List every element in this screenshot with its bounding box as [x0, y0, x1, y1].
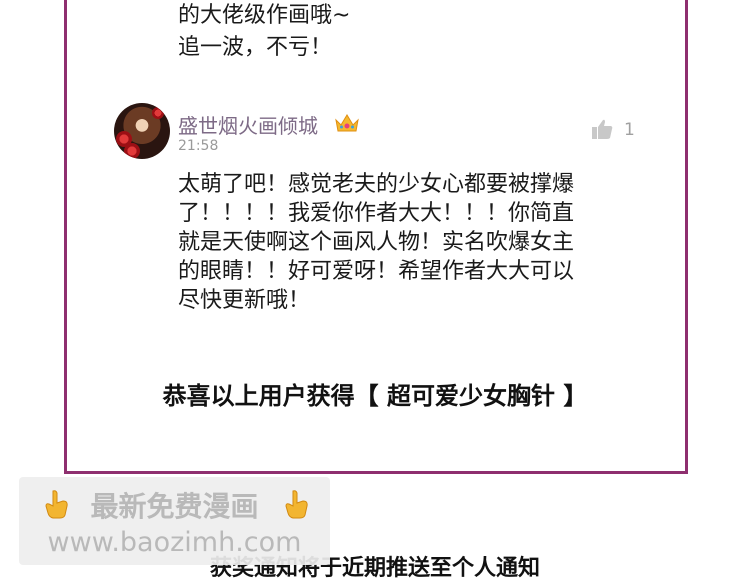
username[interactable]: 盛世烟火画倾城: [178, 110, 318, 139]
comment-body: 太萌了吧！感觉老夫的少女心都要被撑爆 了！！！！我爱你作者大大！！！你简直 就是…: [178, 170, 638, 315]
rose-decoration: [152, 107, 164, 119]
watermark-title: 最新免费漫画: [90, 490, 259, 523]
comment-screen: 的大佬级作画哦~ 追一波，不亏！ 盛世烟火画倾城 21:58 1 太萌了吧！感觉…: [0, 0, 750, 586]
watermark-url: www.baozimh.com: [47, 527, 302, 558]
congrats-banner: 恭喜以上用户获得【 超可爱少女胸针 】: [162, 382, 588, 410]
previous-comment-text: 的大佬级作画哦~ 追一波，不亏！: [178, 0, 350, 64]
like-count: 1: [624, 120, 635, 140]
avatar[interactable]: [114, 103, 170, 159]
comment-line: 了！！！！我爱你作者大大！！！你简直: [178, 201, 575, 226]
comment-line: 太萌了吧！感觉老夫的少女心都要被撑爆: [178, 172, 575, 197]
comment-line: 的眼睛！！好可爱呀！希望作者大大可以: [178, 259, 575, 284]
previous-comment-line: 追一波，不亏！: [178, 35, 333, 60]
crown-icon: [335, 114, 359, 132]
comment-timestamp: 21:58: [178, 138, 219, 154]
rose-decoration: [124, 143, 140, 159]
previous-comment-line: 的大佬级作画哦~: [178, 3, 351, 28]
comment-line: 尽快更新哦！: [178, 288, 311, 313]
comment-line: 就是天使啊这个画风人物！实名吹爆女主: [178, 230, 575, 255]
thumbs-up-icon[interactable]: [591, 118, 613, 140]
watermark: 最新免费漫画 www.baozimh.com: [19, 477, 330, 565]
